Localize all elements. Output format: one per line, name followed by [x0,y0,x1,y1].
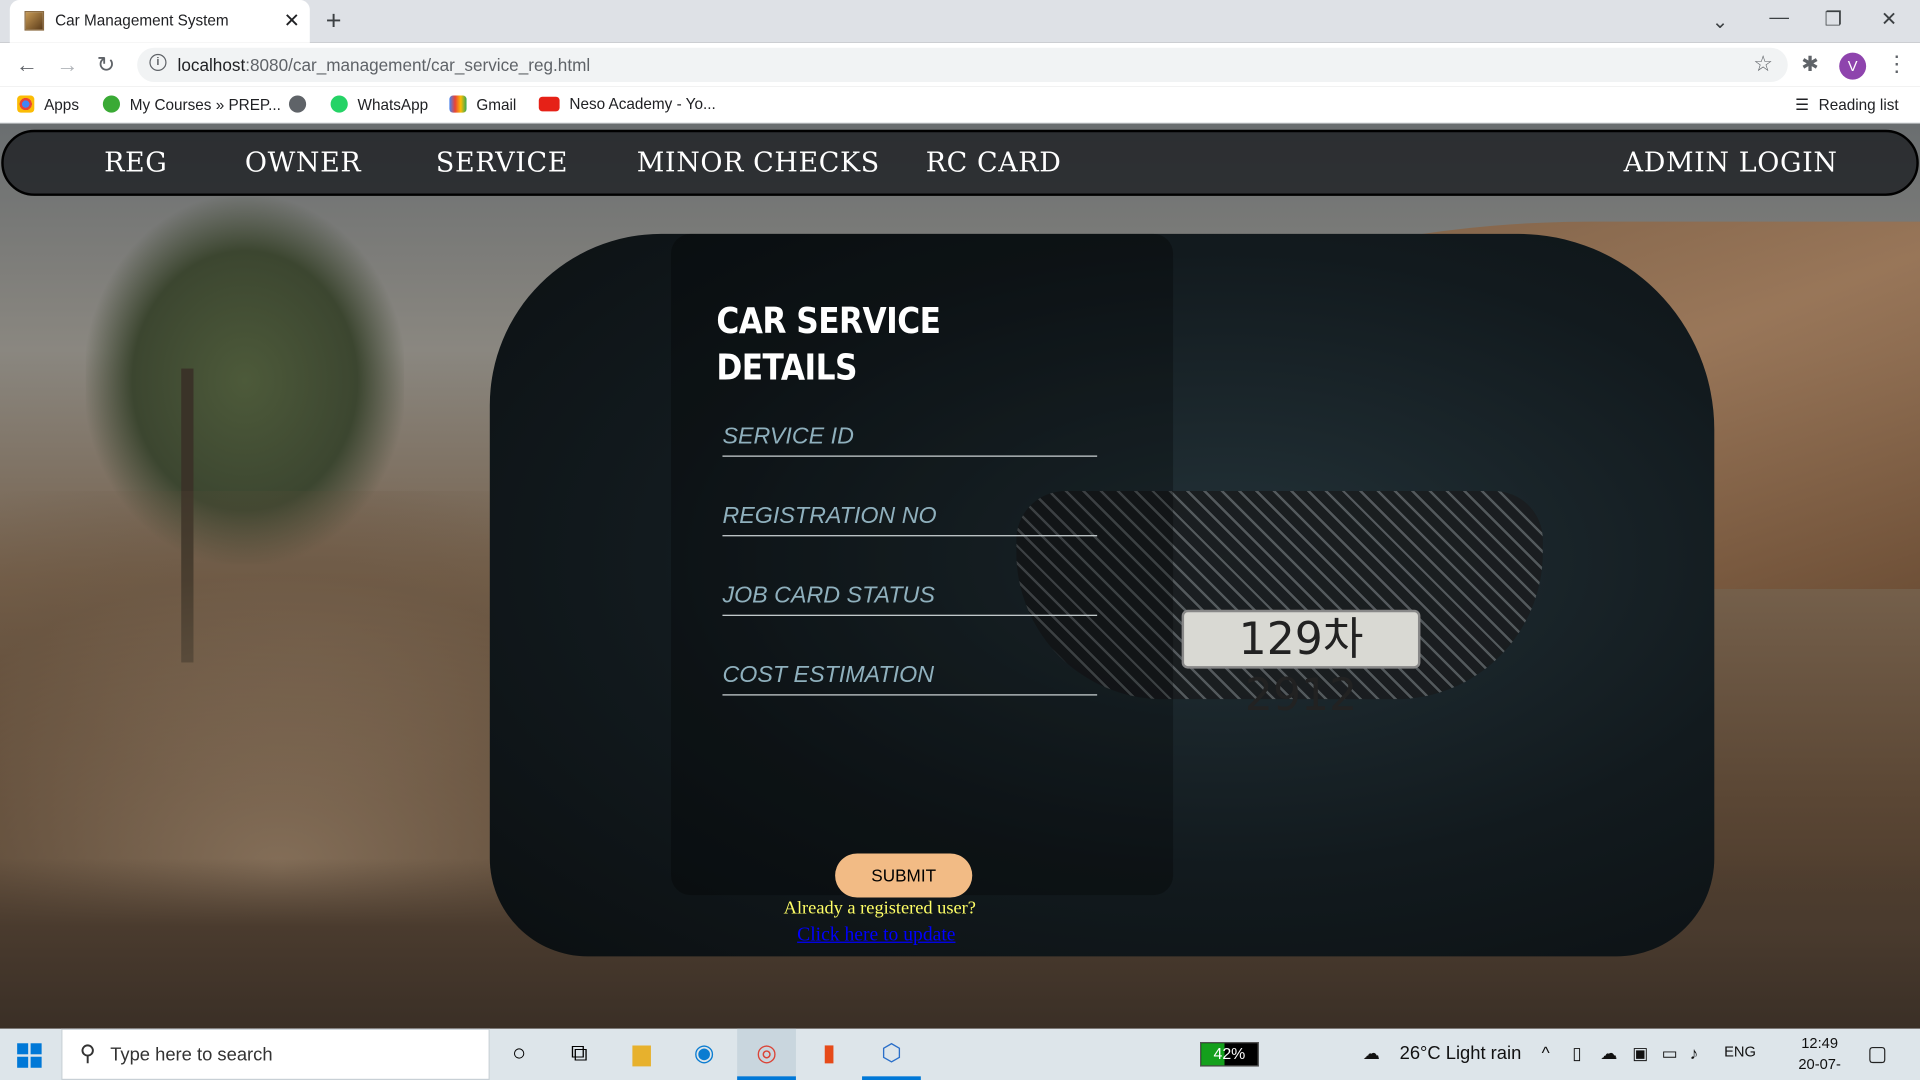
forward-icon[interactable]: → [56,53,78,79]
nav-rc-card[interactable]: RC CARD [926,148,1062,179]
bookmark-apps[interactable]: Apps [17,95,79,114]
close-tab-icon[interactable]: ✕ [284,9,300,33]
bookmark-star-icon[interactable]: ☆ [1753,51,1773,77]
site-info-icon[interactable]: i [149,53,167,72]
clock-date: 20-07-2021 [1798,1055,1841,1080]
search-icon: ⚲ [79,1040,96,1066]
browser-tab[interactable]: Car Management System ✕ [9,0,310,43]
clock[interactable]: 12:49 20-07-2021 [1785,1033,1854,1080]
nav-admin-login[interactable]: ADMIN LOGIN [1624,148,1838,179]
service-form: CAR SERVICE DETAILS SUBMIT Already a reg… [671,233,1174,945]
close-window-icon[interactable]: ✕ [1881,7,1897,31]
service-id-input[interactable] [722,422,1098,457]
profile-avatar[interactable]: V [1839,52,1867,80]
globe-icon [288,95,307,113]
reading-list[interactable]: ☰ Reading list [1795,96,1899,114]
nav-service[interactable]: SERVICE [436,148,568,179]
task-view-icon[interactable]: ⧉ [550,1029,609,1080]
prep-icon [102,95,121,113]
file-explorer-icon[interactable]: ▆ [612,1029,671,1080]
clock-time: 12:49 [1801,1034,1838,1052]
battery-indicator[interactable]: 42% [1200,1042,1259,1067]
chrome-icon[interactable]: ◎ [737,1028,796,1080]
bookmark-neso[interactable]: Neso Academy - Yo... [538,96,716,113]
tab-search-icon[interactable]: ⌄ [1712,10,1728,34]
update-link[interactable]: Click here to update [797,924,955,946]
menu-icon[interactable]: ⋮ [1886,51,1908,77]
bookmark-globe[interactable] [288,95,316,114]
notifications-icon[interactable]: ▢ [1867,1042,1887,1066]
windows-taskbar: ⚲ Type here to search ○ ⧉ ▆ ◉ ◎ ▮ ⬡ 42% … [0,1028,1920,1080]
gmail-icon [449,95,467,113]
taskbar-search[interactable]: ⚲ Type here to search [61,1028,490,1080]
browser-titlebar: Car Management System ✕ + ⌄ — ❐ ✕ [0,0,1920,43]
search-placeholder: Type here to search [110,1044,273,1066]
cost-estimation-input[interactable] [722,661,1098,696]
new-tab-icon[interactable]: + [326,5,342,37]
bookmarks-bar: Apps My Courses » PREP... WhatsApp Gmail… [0,86,1920,124]
whatsapp-icon [330,95,348,113]
omnibox[interactable]: i localhost:8080/car_management/car_serv… [137,47,1788,83]
volume-icon[interactable]: ♪ [1690,1043,1699,1063]
screen: Car Management System ✕ + ⌄ — ❐ ✕ ← → ↻ … [0,0,1920,1080]
restore-icon[interactable]: ❐ [1825,7,1843,31]
form-title: CAR SERVICE DETAILS [716,300,941,389]
main-navbar: REG OWNER SERVICE MINOR CHECKS RC CARD A… [1,129,1919,196]
weather-text[interactable]: 26°C Light rain [1400,1043,1522,1064]
submit-button[interactable]: SUBMIT [835,853,973,898]
address-bar-row: ← → ↻ i localhost:8080/car_management/ca… [0,42,1920,87]
license-plate: 129차 2912 [1181,609,1421,721]
registration-no-input[interactable] [722,502,1098,537]
site-favicon-icon [24,11,45,31]
tray-app-icon[interactable]: ▯ [1572,1043,1581,1064]
job-card-status-input[interactable] [722,581,1098,616]
tray-meet-icon[interactable]: ▣ [1632,1043,1648,1064]
edge-icon[interactable]: ◉ [675,1029,734,1080]
back-icon[interactable]: ← [16,53,38,79]
office-icon[interactable]: ▮ [800,1029,859,1080]
reading-list-icon: ☰ [1795,96,1809,114]
reload-icon[interactable]: ↻ [97,53,115,79]
url-text[interactable]: localhost:8080/car_management/car_servic… [178,55,591,75]
network-cloud-icon[interactable]: ☁ [1600,1043,1617,1064]
nav-minor-checks[interactable]: MINOR CHECKS [637,148,880,179]
nav-reg[interactable]: REG [104,148,167,179]
cortana-icon[interactable]: ○ [490,1029,549,1080]
bookmark-prep[interactable]: My Courses » PREP... [102,95,281,114]
tab-title: Car Management System [55,12,229,30]
minimize-icon[interactable]: — [1769,7,1789,29]
windows-start-icon[interactable] [17,1043,42,1068]
bookmark-whatsapp[interactable]: WhatsApp [330,95,428,114]
tray-overflow-icon[interactable]: ^ [1542,1043,1550,1063]
already-registered-text: Already a registered user? [783,898,976,919]
weather-icon[interactable]: ☁ [1363,1043,1380,1064]
page-background: 129차 2912 REG OWNER SERVICE MINOR CHECKS… [0,123,1920,1029]
virtualbox-icon[interactable]: ⬡ [862,1029,921,1080]
battery-tray-icon[interactable]: ▭ [1662,1043,1678,1064]
language-indicator[interactable]: ENG [1724,1043,1756,1060]
nav-owner[interactable]: OWNER [245,148,361,179]
apps-grid-icon [17,95,35,113]
extensions-icon[interactable]: ✱ [1801,53,1818,77]
battery-percent: 42% [1213,1044,1246,1063]
bookmark-gmail[interactable]: Gmail [449,95,516,114]
youtube-icon [538,96,560,112]
